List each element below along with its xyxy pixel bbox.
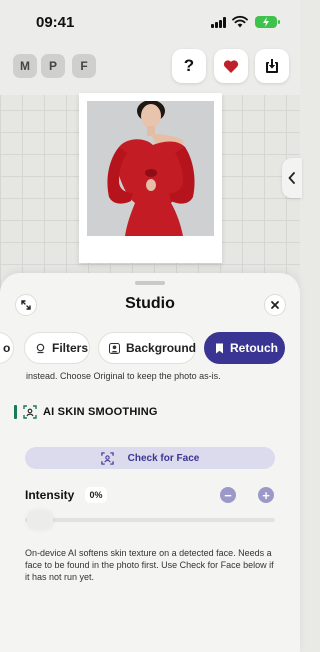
intensity-increase-button[interactable]: + (258, 487, 274, 503)
signal-icon (211, 17, 227, 28)
skin-smoothing-description: On-device AI softens skin texture on a d… (25, 548, 274, 582)
download-button[interactable] (255, 49, 289, 83)
photo-polaroid[interactable] (79, 93, 222, 263)
close-icon (271, 301, 279, 309)
bookmark-icon (215, 343, 224, 354)
help-icon: ? (183, 56, 195, 75)
favorite-button[interactable] (214, 49, 248, 83)
tab-retouch-label: Retouch (230, 341, 278, 355)
intensity-slider-thumb[interactable] (27, 511, 53, 529)
intensity-row: Intensity 0% − + (25, 486, 275, 506)
section-header: AI SKIN SMOOTHING (14, 405, 158, 419)
tab-previous-label: o (3, 341, 11, 355)
status-time: 09:41 (36, 14, 75, 31)
sheet-grabber[interactable] (135, 281, 165, 285)
mode-button-f[interactable]: F (72, 54, 96, 78)
status-bar: 09:41 (0, 0, 300, 44)
tab-background[interactable]: Background (98, 332, 196, 364)
sheet-title: Studio (125, 295, 175, 312)
intensity-slider-track[interactable] (25, 518, 275, 522)
tab-retouch[interactable]: Retouch (204, 332, 285, 364)
intensity-label: Intensity (25, 488, 75, 502)
download-icon (266, 59, 278, 73)
retouch-info-text: instead. Choose Original to keep the pho… (26, 371, 221, 381)
portrait-photo (87, 101, 214, 236)
section-title: AI SKIN SMOOTHING (43, 406, 158, 418)
mode-button-p[interactable]: P (41, 54, 65, 78)
intensity-value: 0% (85, 487, 107, 503)
mode-button-m[interactable]: M (13, 54, 37, 78)
intensity-decrease-button[interactable]: − (220, 487, 236, 503)
filter-icon (35, 343, 46, 354)
tab-previous[interactable]: o (0, 332, 14, 364)
studio-sheet: Studio o Filters Background Retouch inst… (0, 273, 300, 652)
help-button[interactable]: ? (172, 49, 206, 83)
check-for-face-label: Check for Face (127, 452, 200, 464)
tab-filters[interactable]: Filters (24, 332, 90, 364)
battery-icon (255, 16, 280, 28)
face-scan-icon (100, 451, 114, 465)
chevron-left-icon (288, 172, 295, 184)
side-panel-toggle[interactable] (282, 158, 302, 198)
face-scan-icon (23, 405, 37, 419)
heart-icon (223, 59, 239, 73)
tab-background-label: Background (126, 341, 197, 355)
person-icon (109, 342, 120, 354)
check-for-face-button[interactable]: Check for Face (25, 447, 275, 469)
wifi-icon (232, 15, 248, 28)
section-accent-bar (14, 405, 17, 419)
close-button[interactable] (264, 294, 286, 316)
tab-filters-label: Filters (52, 341, 89, 355)
